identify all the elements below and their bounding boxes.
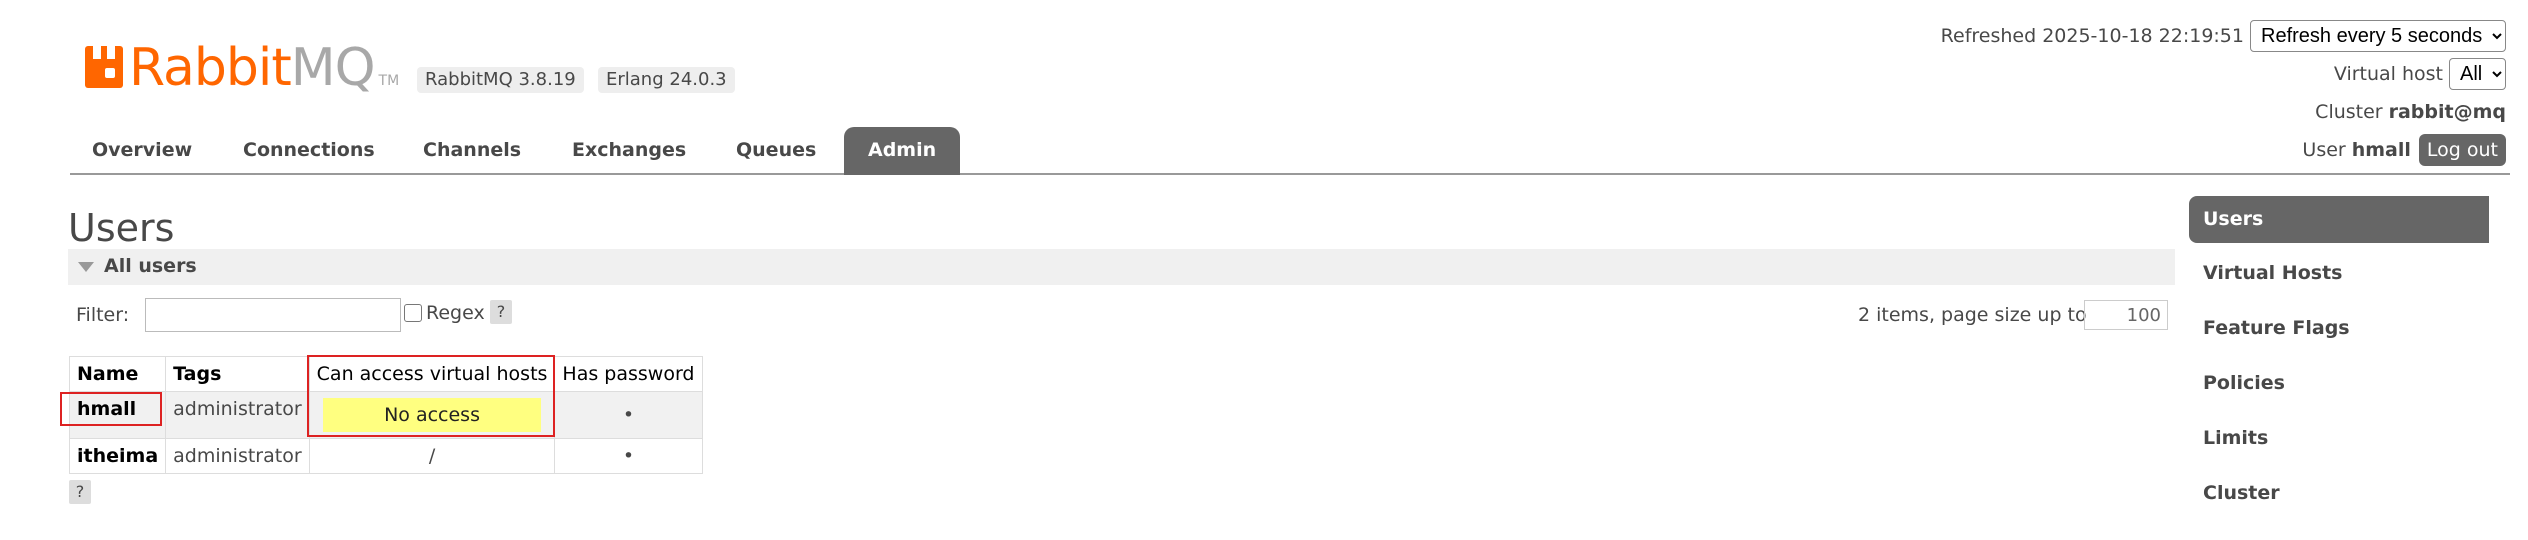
tab-admin[interactable]: Admin [844, 127, 961, 175]
sidebar-item-policies[interactable]: Policies [2189, 359, 2489, 414]
refresh-interval-select[interactable]: Refresh every 5 seconds [2250, 20, 2506, 52]
column-header-has-password: Has password [554, 356, 703, 392]
cluster-name: rabbit@mq [2388, 101, 2506, 123]
logo-text-mq: MQ [290, 38, 376, 98]
user-tags: administrator [165, 438, 310, 474]
sidebar-item-feature-flags[interactable]: Feature Flags [2189, 304, 2489, 359]
sidebar-item-cluster[interactable]: Cluster [2189, 469, 2489, 524]
page-title: Users [68, 206, 175, 250]
sidebar-item-limits[interactable]: Limits [2189, 414, 2489, 469]
tab-channels[interactable]: Channels [423, 139, 521, 161]
rabbitmq-version-badge: RabbitMQ 3.8.19 [417, 67, 584, 93]
table-row: itheima administrator / • [68, 438, 703, 474]
tab-exchanges[interactable]: Exchanges [572, 139, 686, 161]
regex-checkbox[interactable] [404, 304, 422, 322]
section-label: All users [104, 255, 197, 277]
highlight-box-username [60, 392, 162, 426]
logo-trademark: TM [378, 73, 400, 89]
virtual-host-label: Virtual host [2333, 63, 2443, 85]
column-header-name[interactable]: Name [68, 356, 167, 392]
cluster-label: Cluster [2315, 101, 2383, 123]
user-vhosts-cell: / [308, 438, 556, 474]
erlang-version-badge: Erlang 24.0.3 [598, 67, 735, 93]
tab-connections[interactable]: Connections [243, 139, 375, 161]
admin-sidebar: Users Virtual Hosts Feature Flags Polici… [2189, 196, 2489, 524]
regex-label: Regex [426, 302, 485, 324]
main-nav-tabs: Overview Connections Channels Exchanges … [70, 125, 2510, 175]
collapse-triangle-icon [78, 262, 94, 272]
user-name-link[interactable]: itheima [68, 438, 167, 474]
virtual-host-select[interactable]: All [2449, 58, 2506, 90]
tab-queues[interactable]: Queues [736, 139, 816, 161]
refreshed-timestamp: Refreshed 2025-10-18 22:19:51 [1940, 25, 2244, 47]
tab-overview[interactable]: Overview [92, 139, 192, 161]
table-help-button[interactable]: ? [69, 480, 91, 504]
has-password-indicator: • [554, 391, 703, 439]
rabbit-logo-icon [85, 45, 123, 88]
has-password-indicator: • [554, 438, 703, 474]
sidebar-item-virtual-hosts[interactable]: Virtual Hosts [2189, 249, 2489, 304]
filter-label: Filter: [76, 304, 130, 326]
sidebar-item-users[interactable]: Users [2189, 196, 2489, 243]
all-users-section-toggle[interactable]: All users [68, 249, 2175, 285]
highlight-box-vhost-column [307, 355, 555, 437]
column-header-tags[interactable]: Tags [165, 356, 310, 392]
logo-text-rabbit: Rabbit [129, 38, 292, 98]
filter-input[interactable] [145, 298, 401, 332]
filter-help-button[interactable]: ? [490, 300, 512, 324]
rabbitmq-logo[interactable]: Rabbit MQ TM [85, 38, 399, 94]
page-size-label: 2 items, page size up to [1858, 304, 2087, 326]
page-size-input[interactable]: 100 [2084, 300, 2168, 330]
user-tags: administrator [165, 391, 310, 439]
